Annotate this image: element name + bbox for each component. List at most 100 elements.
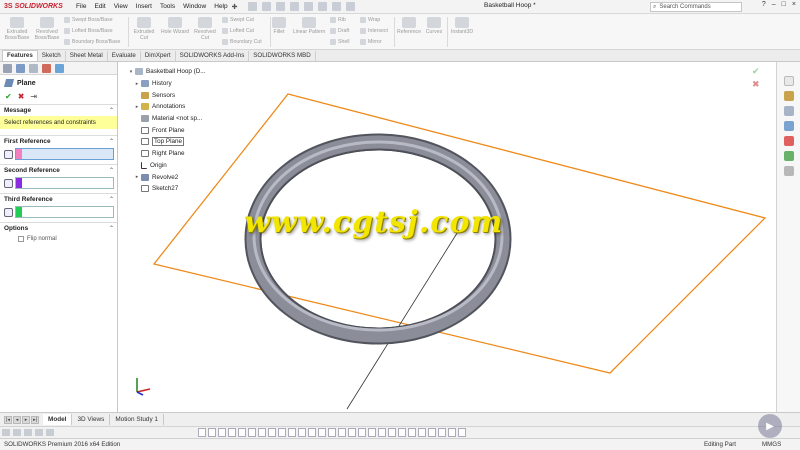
view-bottom-icon[interactable] xyxy=(248,428,256,437)
wrap-button[interactable]: Wrap xyxy=(360,17,380,23)
view-sel-3-icon[interactable] xyxy=(368,428,376,437)
close-icon[interactable]: × xyxy=(792,1,796,8)
view-sel-10-icon[interactable] xyxy=(438,428,446,437)
swept-cut-button[interactable]: Swept Cut xyxy=(222,17,254,23)
second-reference-selection-box[interactable] xyxy=(15,177,114,189)
search-commands-field[interactable]: ⌕ Search Commands xyxy=(650,2,742,12)
lofted-cut-button[interactable]: Lofted Cut xyxy=(222,28,254,34)
first-tab-icon[interactable]: |◂ xyxy=(4,415,12,424)
custom-properties-icon[interactable] xyxy=(783,151,794,161)
tab-dimxpert[interactable]: DimXpert xyxy=(141,51,176,61)
draft-button[interactable]: Draft xyxy=(330,28,349,34)
rotate-icon[interactable] xyxy=(24,429,32,436)
pin-icon[interactable]: ✚ xyxy=(232,3,238,11)
hole-wizard-button[interactable]: Hole Wizard xyxy=(160,17,190,35)
save-icon[interactable] xyxy=(275,2,285,11)
rebuild-icon[interactable] xyxy=(331,2,341,11)
view-iso-icon[interactable] xyxy=(258,428,266,437)
tab-features[interactable]: Features xyxy=(2,50,38,61)
tree-item-part[interactable]: ▾ Basketball Hoop (D... xyxy=(127,66,206,78)
display-manager-icon[interactable] xyxy=(55,63,64,73)
view-normal-to-icon[interactable] xyxy=(288,428,296,437)
tree-item-origin[interactable]: Origin xyxy=(127,160,206,172)
last-tab-icon[interactable]: ▸| xyxy=(31,415,39,424)
new-icon[interactable] xyxy=(247,2,257,11)
file-explorer-icon[interactable] xyxy=(783,106,794,116)
help-icon[interactable]: ? xyxy=(762,1,766,8)
view-sel-5-icon[interactable] xyxy=(388,428,396,437)
tree-item-front-plane[interactable]: Front Plane xyxy=(127,124,206,136)
options-header[interactable]: Options ⌃ xyxy=(0,222,117,233)
view-left-icon[interactable] xyxy=(218,428,226,437)
linear-pattern-button[interactable]: Linear Pattern xyxy=(290,17,328,35)
maximize-icon[interactable]: □ xyxy=(782,1,786,8)
menu-window[interactable]: Window xyxy=(183,3,206,10)
keep-visible-pin-icon[interactable]: ⇥ xyxy=(30,92,37,101)
home-icon[interactable] xyxy=(783,76,794,86)
first-reference-header[interactable]: First Reference ⌃ xyxy=(0,135,117,146)
tab-mbd[interactable]: SOLIDWORKS MBD xyxy=(249,51,316,61)
solidworks-logo[interactable]: 3S SOLIDWORKS xyxy=(0,3,72,10)
boundary-boss-button[interactable]: Boundary Boss/Base xyxy=(64,39,120,45)
menu-file[interactable]: File xyxy=(76,3,86,10)
print-icon[interactable] xyxy=(289,2,299,11)
view-front-icon[interactable] xyxy=(198,428,206,437)
play-icon[interactable]: ▶ xyxy=(758,414,782,438)
flip-normal-option[interactable]: Flip normal xyxy=(0,233,117,245)
pan-icon[interactable] xyxy=(13,429,21,436)
tree-item-sensors[interactable]: Sensors xyxy=(127,89,206,101)
confirm-cancel-icon[interactable]: ✖ xyxy=(752,79,760,90)
view-selector-icon[interactable] xyxy=(348,428,356,437)
tree-item-revolve2[interactable]: ▸ Revolve2 xyxy=(127,171,206,183)
view-dimetric-icon[interactable] xyxy=(278,428,286,437)
feature-manager-icon[interactable] xyxy=(3,63,12,73)
rib-button[interactable]: Rib xyxy=(330,17,346,23)
message-group-header[interactable]: Message ⌃ xyxy=(0,104,117,115)
revolved-boss-button[interactable]: Revolved Boss/Base xyxy=(33,17,61,41)
view-sel-8-icon[interactable] xyxy=(418,428,426,437)
tab-add-ins[interactable]: SOLIDWORKS Add-Ins xyxy=(176,51,250,61)
tab-model[interactable]: Model xyxy=(43,414,73,425)
view-trimetric-icon[interactable] xyxy=(268,428,276,437)
swept-boss-button[interactable]: Swept Boss/Base xyxy=(64,17,113,23)
tree-item-sketch27[interactable]: Sketch27 xyxy=(127,183,206,195)
tab-motion-study[interactable]: Motion Study 1 xyxy=(110,414,164,425)
link-views-icon[interactable] xyxy=(338,428,346,437)
cancel-x-icon[interactable]: ✖ xyxy=(18,92,25,101)
menu-tools[interactable]: Tools xyxy=(160,3,175,10)
view-right-icon[interactable] xyxy=(228,428,236,437)
view-sel-4-icon[interactable] xyxy=(378,428,386,437)
display-icon[interactable] xyxy=(46,429,54,436)
tree-item-material[interactable]: Material <not sp... xyxy=(127,113,206,125)
next-tab-icon[interactable]: ▸ xyxy=(22,415,30,424)
extruded-boss-button[interactable]: Extruded Boss/Base xyxy=(4,17,30,41)
view-palette-icon[interactable] xyxy=(783,121,794,131)
tab-3d-views[interactable]: 3D Views xyxy=(72,414,111,425)
prev-tab-icon[interactable]: ◂ xyxy=(13,415,21,424)
forum-icon[interactable] xyxy=(783,166,794,176)
revolved-cut-button[interactable]: Revolved Cut xyxy=(192,17,218,41)
menu-insert[interactable]: Insert xyxy=(136,3,152,10)
configuration-manager-icon[interactable] xyxy=(29,63,38,73)
view-top-icon[interactable] xyxy=(238,428,246,437)
tab-sheet-metal[interactable]: Sheet Metal xyxy=(66,51,108,61)
options-icon[interactable] xyxy=(345,2,355,11)
zoom-icon[interactable] xyxy=(2,429,10,436)
open-icon[interactable] xyxy=(261,2,271,11)
view-single-icon[interactable] xyxy=(298,428,306,437)
second-reference-header[interactable]: Second Reference ⌃ xyxy=(0,164,117,175)
view-back-icon[interactable] xyxy=(208,428,216,437)
tree-item-history[interactable]: ▸ History xyxy=(127,78,206,90)
graphics-area[interactable]: ▾ Basketball Hoop (D... ▸ History Sensors … xyxy=(119,62,776,412)
menu-view[interactable]: View xyxy=(114,3,128,10)
confirm-ok-icon[interactable]: ✔ xyxy=(752,66,760,77)
appearances-icon[interactable] xyxy=(783,136,794,146)
view-four-icon[interactable] xyxy=(328,428,336,437)
view-sel-12-icon[interactable] xyxy=(458,428,466,437)
view-sel-6-icon[interactable] xyxy=(398,428,406,437)
view-two-h-icon[interactable] xyxy=(308,428,316,437)
view-sel-2-icon[interactable] xyxy=(358,428,366,437)
minimize-icon[interactable]: – xyxy=(772,1,776,8)
menu-edit[interactable]: Edit xyxy=(94,3,105,10)
extruded-cut-button[interactable]: Extruded Cut xyxy=(132,17,156,41)
